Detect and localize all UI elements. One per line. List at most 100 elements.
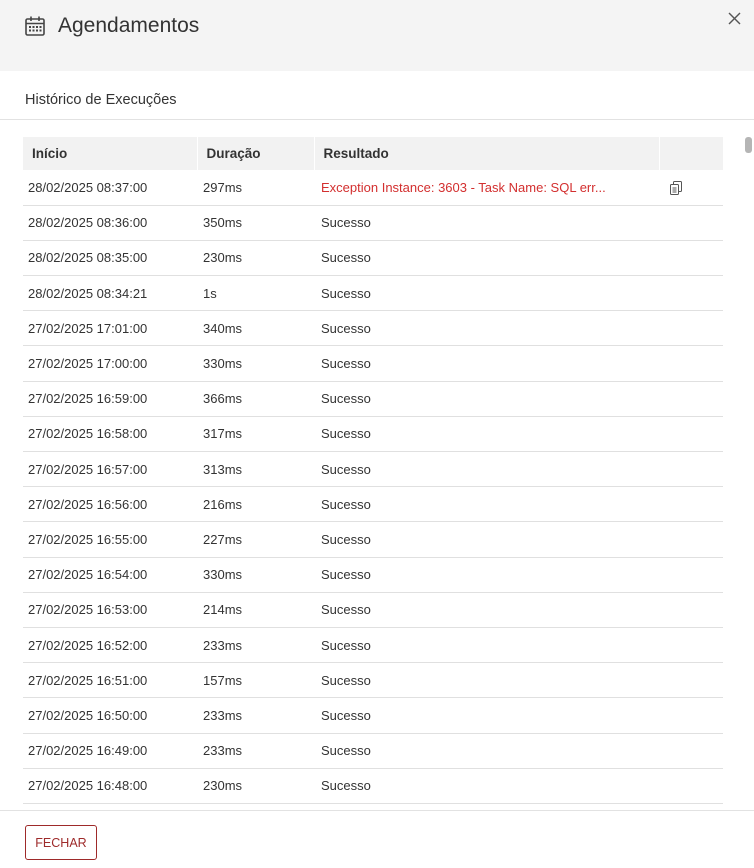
cell-duration: 157ms (197, 662, 314, 699)
cell-start: 28/02/2025 08:36:00 (23, 205, 197, 241)
cell-result: Sucesso (314, 627, 659, 664)
column-header-actions (659, 137, 723, 170)
cell-start: 27/02/2025 16:55:00 (23, 521, 197, 558)
cell-start: 27/02/2025 16:48:00 (23, 768, 197, 804)
cell-actions (659, 451, 723, 488)
table-row[interactable]: 28/02/2025 08:34:21 1s Sucesso (23, 275, 723, 312)
cell-result: Sucesso (314, 205, 659, 241)
modal-header: Agendamentos (0, 0, 754, 71)
table-row[interactable]: 27/02/2025 17:00:00 330ms Sucesso (23, 345, 723, 382)
cell-duration: 230ms (197, 768, 314, 804)
table-row[interactable]: 28/02/2025 08:36:00 350ms Sucesso (23, 205, 723, 241)
cell-actions (659, 310, 723, 347)
table-row[interactable]: 27/02/2025 16:49:00 233ms Sucesso (23, 733, 723, 769)
calendar-icon (24, 15, 46, 37)
cell-duration: 366ms (197, 381, 314, 417)
cell-start: 27/02/2025 16:51:00 (23, 662, 197, 699)
cell-result: Sucesso (314, 381, 659, 417)
column-header-duration[interactable]: Duração (197, 137, 315, 170)
table-row[interactable]: 27/02/2025 16:54:00 330ms Sucesso (23, 557, 723, 593)
close-icon[interactable] (724, 8, 746, 30)
table-row[interactable]: 27/02/2025 16:48:00 230ms Sucesso (23, 768, 723, 804)
cell-result: Sucesso (314, 733, 659, 769)
cell-duration: 216ms (197, 486, 314, 523)
cell-result: Sucesso (314, 768, 659, 804)
scrollbar-thumb[interactable] (745, 137, 752, 153)
cell-result: Sucesso (314, 451, 659, 488)
cell-actions (659, 768, 723, 804)
table-row[interactable]: 27/02/2025 16:57:00 313ms Sucesso (23, 451, 723, 488)
cell-actions (659, 170, 723, 206)
cell-start: 27/02/2025 16:59:00 (23, 381, 197, 417)
table-row[interactable]: 28/02/2025 08:37:00 297ms Exception Instan… (23, 170, 723, 206)
cell-duration: 1s (197, 275, 314, 312)
table-row[interactable]: 28/02/2025 08:35:00 230ms Sucesso (23, 240, 723, 277)
cell-result: Sucesso (314, 662, 659, 699)
section-title: Histórico de Execuções (25, 92, 177, 108)
table-row[interactable]: 27/02/2025 16:52:00 233ms Sucesso (23, 627, 723, 664)
cell-result: Sucesso (314, 345, 659, 382)
cell-start: 28/02/2025 08:35:00 (23, 240, 197, 277)
execution-history-table-container[interactable]: Início Duração Resultado 28/02/2025 08:3… (23, 137, 723, 804)
cell-result: Sucesso (314, 310, 659, 347)
cell-actions (659, 486, 723, 523)
cell-start: 27/02/2025 16:54:00 (23, 557, 197, 593)
cell-start: 27/02/2025 16:57:00 (23, 451, 197, 488)
column-header-result[interactable]: Resultado (314, 137, 660, 170)
copy-icon[interactable] (670, 181, 682, 196)
cell-start: 27/02/2025 16:56:00 (23, 486, 197, 523)
cell-actions (659, 345, 723, 382)
cell-duration: 350ms (197, 205, 314, 241)
table-row[interactable]: 27/02/2025 17:01:00 340ms Sucesso (23, 310, 723, 347)
cell-result: Sucesso (314, 697, 659, 734)
cell-start: 28/02/2025 08:34:21 (23, 275, 197, 312)
modal-title: Agendamentos (58, 14, 200, 37)
cell-start: 28/02/2025 08:37:00 (23, 170, 197, 206)
table-row[interactable]: 27/02/2025 16:51:00 157ms Sucesso (23, 662, 723, 699)
cell-result-error: Exception Instance: 3603 - Task Name: SQ… (314, 170, 659, 206)
cell-actions (659, 662, 723, 699)
cell-start: 27/02/2025 17:00:00 (23, 345, 197, 382)
table-row[interactable]: 27/02/2025 16:59:00 366ms Sucesso (23, 381, 723, 417)
column-header-start[interactable]: Início (23, 137, 198, 170)
cell-result: Sucesso (314, 275, 659, 312)
cell-start: 27/02/2025 16:52:00 (23, 627, 197, 664)
cell-actions (659, 697, 723, 734)
cell-duration: 340ms (197, 310, 314, 347)
table-row[interactable]: 27/02/2025 16:53:00 214ms Sucesso (23, 592, 723, 628)
cell-start: 27/02/2025 16:49:00 (23, 733, 197, 769)
cell-result: Sucesso (314, 521, 659, 558)
cell-start: 27/02/2025 16:53:00 (23, 592, 197, 628)
cell-duration: 317ms (197, 416, 314, 453)
cell-actions (659, 592, 723, 628)
cell-duration: 227ms (197, 521, 314, 558)
cell-duration: 214ms (197, 592, 314, 628)
cell-actions (659, 627, 723, 664)
cell-duration: 233ms (197, 733, 314, 769)
cell-duration: 330ms (197, 557, 314, 593)
close-button[interactable]: FECHAR (25, 825, 97, 860)
table-row[interactable]: 27/02/2025 16:58:00 317ms Sucesso (23, 416, 723, 453)
table-row[interactable]: 27/02/2025 16:56:00 216ms Sucesso (23, 486, 723, 523)
cell-result: Sucesso (314, 592, 659, 628)
table-row[interactable]: 27/02/2025 16:50:00 233ms Sucesso (23, 697, 723, 734)
cell-duration: 233ms (197, 627, 314, 664)
cell-actions (659, 557, 723, 593)
cell-actions (659, 205, 723, 241)
cell-start: 27/02/2025 16:50:00 (23, 697, 197, 734)
cell-actions (659, 240, 723, 277)
cell-duration: 233ms (197, 697, 314, 734)
cell-duration: 330ms (197, 345, 314, 382)
cell-actions (659, 381, 723, 417)
cell-duration: 313ms (197, 451, 314, 488)
divider (0, 119, 754, 120)
schedules-modal: Agendamentos Histórico de Execuções Iníc… (0, 0, 754, 868)
cell-result: Sucesso (314, 557, 659, 593)
cell-start: 27/02/2025 17:01:00 (23, 310, 197, 347)
cell-actions (659, 275, 723, 312)
cell-duration: 297ms (197, 170, 314, 206)
cell-actions (659, 416, 723, 453)
cell-start: 27/02/2025 16:58:00 (23, 416, 197, 453)
table-row[interactable]: 27/02/2025 16:55:00 227ms Sucesso (23, 521, 723, 558)
cell-duration: 230ms (197, 240, 314, 277)
